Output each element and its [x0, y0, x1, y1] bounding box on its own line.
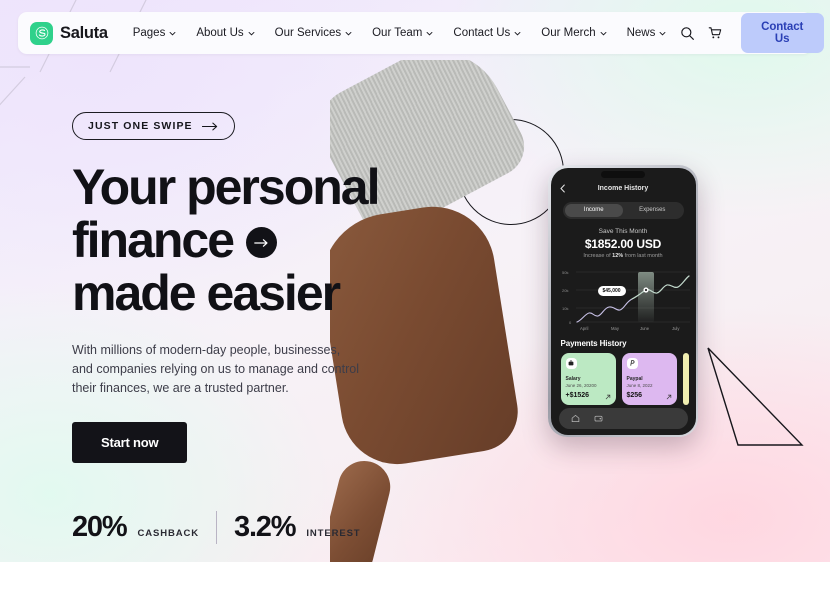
- chevron-down-icon: [659, 31, 666, 35]
- nav-contact-us-button[interactable]: Contact Us: [740, 13, 824, 53]
- nav-item-label: Contact Us: [453, 27, 511, 39]
- page-title: Your personal finance made easier: [72, 161, 402, 320]
- nav-item-our-merch[interactable]: Our Merch: [532, 22, 615, 44]
- headline-text: finance: [72, 212, 235, 268]
- arrow-right-circle-icon[interactable]: [246, 227, 278, 258]
- payment-card-peek[interactable]: [682, 352, 689, 405]
- phone-notch: [601, 170, 645, 178]
- payments-card-list: Salary June 26, 20200 +$1526 Paypal June…: [560, 352, 696, 405]
- svg-text:0: 0: [569, 320, 572, 325]
- nav-links: Pages About Us Our Services Our Team Con…: [124, 22, 676, 44]
- payment-date: June 8, 2022: [626, 382, 653, 388]
- brand-name: Saluta: [60, 23, 108, 42]
- nav-item-label: News: [626, 27, 656, 39]
- search-icon[interactable]: [675, 19, 699, 47]
- payment-name: Salary: [565, 375, 581, 382]
- arrow-up-right-icon[interactable]: [666, 394, 672, 400]
- stat-divider: [216, 511, 218, 544]
- hero-content: JUST ONE SWIPE Your personal finance mad…: [72, 112, 402, 544]
- chevron-down-icon: [248, 31, 255, 35]
- app-title: Income History: [597, 185, 649, 192]
- nav-item-pages[interactable]: Pages: [124, 22, 186, 44]
- nav-item-label: Pages: [132, 27, 166, 39]
- arrow-up-right-icon[interactable]: [605, 394, 611, 400]
- chart-tooltip: $45,000: [597, 285, 626, 296]
- app-tabbar[interactable]: [558, 407, 688, 429]
- segment-income[interactable]: Income: [564, 203, 623, 217]
- chart-svg: 50k 20k 10k 0 April May June July: [562, 270, 690, 331]
- payments-history-title: Payments History: [560, 338, 627, 348]
- stat-value: 3.2%: [234, 511, 297, 543]
- save-note-prefix: Increase of: [583, 252, 613, 259]
- start-now-button[interactable]: Start now: [72, 422, 188, 463]
- app-topbar: Income History: [551, 179, 696, 199]
- nav-item-about-us[interactable]: About Us: [187, 22, 263, 44]
- stat-cashback: 20% CASHBACK: [72, 511, 199, 544]
- svg-text:April: April: [580, 326, 588, 331]
- page-bottom-strip: [0, 562, 830, 600]
- segment-expenses[interactable]: Expenses: [623, 204, 682, 217]
- headline-line-1: Your personal: [72, 161, 402, 214]
- save-note: Increase of 12% from last month: [551, 253, 696, 259]
- svg-text:June: June: [640, 326, 650, 331]
- payment-name: Paypal: [626, 375, 643, 382]
- svg-text:May: May: [611, 326, 620, 331]
- chevron-left-icon[interactable]: [559, 184, 565, 193]
- nav-item-label: Our Merch: [541, 27, 596, 39]
- navbar-actions: Contact Us: [675, 13, 824, 53]
- chevron-down-icon: [514, 31, 521, 35]
- nav-item-label: Our Services: [274, 27, 342, 39]
- headline-line-2: finance: [72, 214, 402, 267]
- payment-card-salary[interactable]: Salary June 26, 20200 +$1526: [560, 352, 616, 405]
- nav-item-label: About Us: [196, 27, 244, 39]
- hero-subtext: With millions of modern-day people, busi…: [72, 343, 359, 395]
- nav-item-news[interactable]: News: [618, 22, 676, 44]
- svg-text:July: July: [672, 326, 680, 331]
- income-line-chart: 50k 20k 10k 0 April May June July $45,00…: [554, 266, 690, 332]
- svg-text:10k: 10k: [562, 306, 568, 311]
- paypal-p-icon: [626, 357, 638, 369]
- chevron-down-icon: [426, 31, 433, 35]
- income-expenses-segmented-control[interactable]: Income Expenses: [562, 201, 684, 219]
- svg-text:50k: 50k: [562, 270, 568, 275]
- stat-label: INTEREST: [306, 528, 361, 539]
- saluta-swirl-icon: [30, 21, 53, 45]
- save-this-month-block: Save This Month $1852.00 USD Increase of…: [551, 228, 696, 259]
- badge-label: JUST ONE SWIPE: [88, 120, 193, 132]
- nav-item-contact-us[interactable]: Contact Us: [444, 22, 530, 44]
- stat-label: CASHBACK: [137, 528, 200, 539]
- save-amount: $1852.00 USD: [584, 236, 662, 251]
- payment-card-paypal[interactable]: Paypal June 8, 2022 $256: [621, 352, 677, 405]
- stat-interest: 3.2% INTEREST: [234, 511, 361, 544]
- save-label: Save This Month: [598, 227, 648, 235]
- chevron-down-icon: [600, 31, 607, 35]
- triangle-outline-shape: [707, 347, 804, 446]
- nav-item-our-team[interactable]: Our Team: [363, 22, 442, 44]
- cart-icon[interactable]: [703, 19, 727, 47]
- page-root: Income History Income Expenses Save This…: [0, 0, 830, 600]
- payment-date: June 26, 20200: [565, 382, 597, 388]
- nav-item-our-services[interactable]: Our Services: [266, 22, 361, 44]
- stat-value: 20%: [72, 511, 128, 543]
- arrow-right-icon: [201, 122, 217, 130]
- svg-text:20k: 20k: [562, 288, 568, 293]
- chevron-down-icon: [345, 31, 352, 35]
- save-note-highlight: 12%: [612, 252, 624, 259]
- save-note-suffix: from last month: [623, 252, 663, 259]
- navbar: Saluta Pages About Us Our Services Our T…: [18, 12, 824, 54]
- hero-section: Income History Income Expenses Save This…: [0, 0, 830, 562]
- phone-device: Income History Income Expenses Save This…: [548, 165, 698, 437]
- just-one-swipe-badge[interactable]: JUST ONE SWIPE: [72, 112, 235, 140]
- briefcase-icon: [565, 357, 577, 369]
- phone-screen: Income History Income Expenses Save This…: [550, 167, 696, 435]
- wallet-icon[interactable]: [594, 414, 603, 423]
- chevron-down-icon: [169, 31, 176, 35]
- nav-item-label: Our Team: [372, 27, 423, 39]
- home-icon[interactable]: [571, 414, 580, 423]
- brand-logo[interactable]: Saluta: [30, 21, 108, 45]
- headline-text: Your personal: [72, 159, 380, 215]
- hero-stats: 20% CASHBACK 3.2% INTEREST: [72, 511, 402, 544]
- headline-text: made easier: [72, 265, 341, 321]
- headline-line-3: made easier: [72, 267, 402, 320]
